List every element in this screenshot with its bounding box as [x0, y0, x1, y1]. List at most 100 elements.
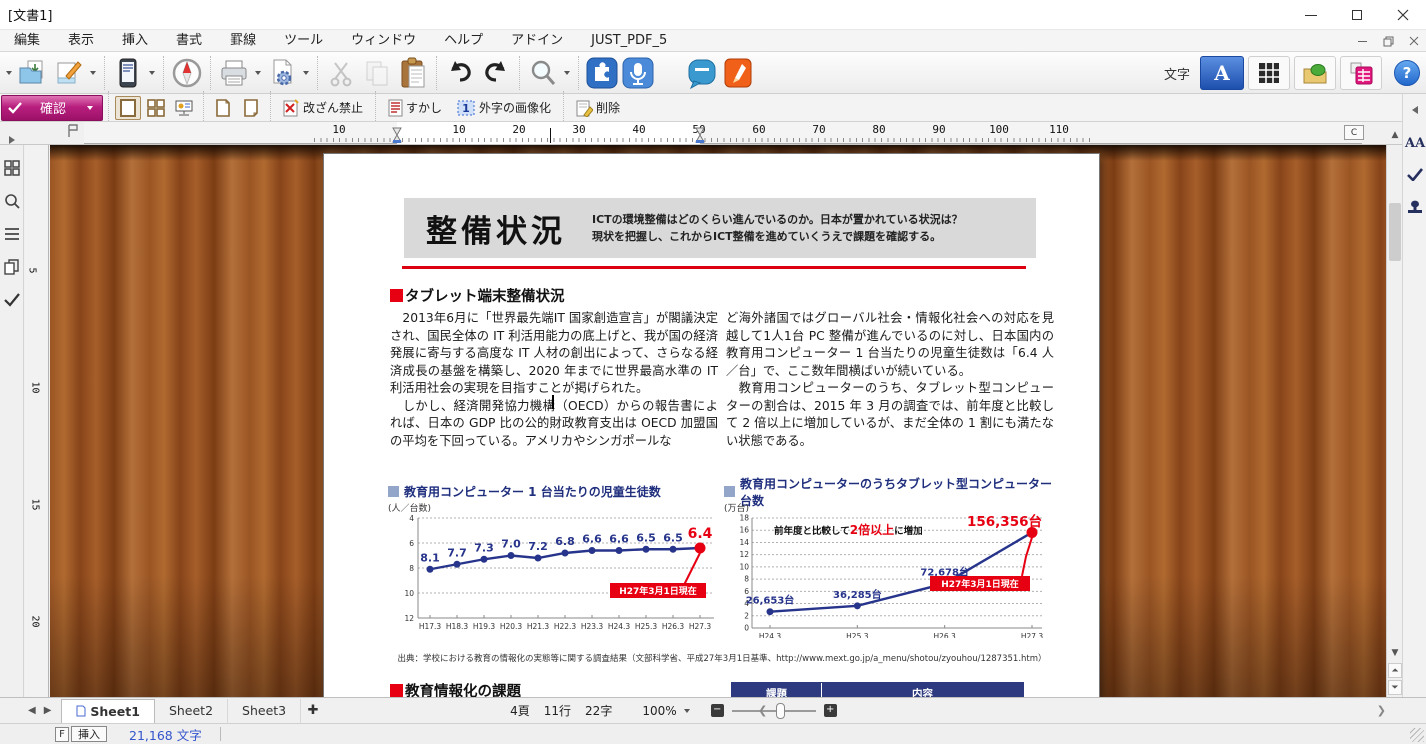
text-tool-button[interactable]: A	[1200, 56, 1244, 90]
navigation-button[interactable]	[169, 54, 205, 92]
print-button[interactable]	[216, 54, 252, 92]
page-up-button[interactable]: ⏶	[1388, 663, 1402, 678]
print-settings-button[interactable]	[264, 54, 300, 92]
page-layout-button[interactable]	[3, 159, 21, 177]
page-style-b-button[interactable]	[238, 96, 264, 120]
menu-border[interactable]: 罫線	[216, 30, 270, 52]
open-folder-icon	[18, 58, 48, 88]
scroll-right-button[interactable]: ❯	[1377, 704, 1386, 717]
viewer-dropdown[interactable]	[149, 71, 155, 75]
insert-mode-toggle[interactable]: 挿入	[71, 726, 107, 742]
maximize-button[interactable]	[1334, 0, 1380, 30]
watermark-button[interactable]: すかし	[381, 96, 449, 120]
page-down-button[interactable]: ⏷	[1388, 680, 1402, 695]
left-margin-marker[interactable]	[392, 127, 402, 144]
paste-button[interactable]	[395, 54, 431, 92]
menu-window[interactable]: ウィンドウ	[337, 30, 430, 52]
tab-next-button[interactable]: ▶	[44, 705, 52, 716]
menu-insert[interactable]: 挿入	[108, 30, 162, 52]
minimize-icon	[1305, 15, 1317, 16]
resize-grip[interactable]	[1410, 728, 1424, 742]
vruler-number: 15	[30, 498, 41, 510]
menu-edit[interactable]: 編集	[0, 30, 54, 52]
save-dropdown[interactable]	[90, 71, 96, 75]
help-button[interactable]: ?	[1394, 60, 1420, 86]
add-sheet-button[interactable]: ✚	[301, 703, 325, 718]
search-dropdown[interactable]	[564, 71, 570, 75]
sheet-tab-2[interactable]: Sheet2	[155, 699, 228, 723]
print-settings-dropdown[interactable]	[303, 71, 309, 75]
zoom-level[interactable]: 100%	[642, 704, 676, 718]
zoom-tool-button[interactable]	[3, 192, 21, 210]
outline-view-button[interactable]	[3, 225, 21, 243]
document-workspace[interactable]: 整備状況 ICTの環境整備はどのくらい進んでいるのか。日本が置かれている状況は？…	[50, 145, 1386, 697]
multi-page-view-button[interactable]	[143, 96, 169, 120]
right-margin-marker[interactable]	[695, 127, 705, 144]
undo-button[interactable]	[442, 54, 478, 92]
sidebar-expand-button[interactable]	[3, 131, 21, 149]
search-button[interactable]	[525, 54, 561, 92]
doc-minimize-button[interactable]	[1354, 33, 1370, 49]
delete-button[interactable]: 削除	[569, 96, 627, 120]
scroll-down-button[interactable]: ▼	[1388, 645, 1402, 661]
svg-text:H26.3: H26.3	[662, 622, 685, 631]
tab-prev-button[interactable]: ◀	[28, 705, 36, 716]
scroll-left-button[interactable]: ❮	[758, 704, 767, 717]
table-tool-button[interactable]	[1248, 56, 1290, 90]
scroll-up-button[interactable]: ▲	[1388, 127, 1402, 143]
vertical-scrollbar[interactable]: ▲ ▼ ⏶ ⏷	[1386, 145, 1402, 697]
viewer-button[interactable]	[110, 54, 146, 92]
check-panel-button[interactable]	[1405, 168, 1425, 185]
confirm-button[interactable]: 確認	[1, 95, 103, 121]
comment-button[interactable]	[684, 54, 720, 92]
svg-text:H25.3: H25.3	[635, 622, 658, 631]
close-button[interactable]	[1380, 0, 1426, 30]
separator	[210, 56, 211, 90]
menu-addin[interactable]: アドイン	[497, 30, 577, 52]
doc-restore-button[interactable]	[1380, 33, 1396, 49]
zoom-dropdown-icon[interactable]	[684, 709, 690, 713]
presentation-view-button[interactable]	[171, 96, 197, 120]
menu-tools[interactable]: ツール	[270, 30, 337, 52]
doc-close-button[interactable]	[1406, 33, 1422, 49]
addon-button[interactable]	[584, 54, 620, 92]
vertical-ruler[interactable]: 5101520	[25, 145, 49, 697]
panel-collapse-button[interactable]	[1405, 104, 1425, 119]
menu-view[interactable]: 表示	[54, 30, 108, 52]
svg-text:8: 8	[744, 575, 749, 584]
table-header-issue: 課題	[732, 683, 822, 697]
highlighter-button[interactable]	[720, 54, 756, 92]
layout-tool-button[interactable]	[1340, 56, 1382, 90]
menu-format[interactable]: 書式	[162, 30, 216, 52]
ruler-flag-icon[interactable]	[66, 124, 80, 138]
tamper-protect-button[interactable]: 改ざん禁止	[276, 96, 370, 120]
voice-button[interactable]	[620, 54, 656, 92]
document-page[interactable]: 整備状況 ICTの環境整備はどのくらい進んでいるのか。日本が置かれている状況は？…	[323, 153, 1100, 697]
horizontal-ruler[interactable]: 10 102030405060708090100110	[84, 122, 1362, 144]
menu-help[interactable]: ヘルプ	[430, 30, 497, 52]
font-panel-button[interactable]: AA	[1405, 136, 1425, 151]
ruler-unit-button[interactable]: C	[1344, 125, 1364, 140]
sheet-tab-3[interactable]: Sheet3	[228, 699, 301, 723]
sheet-tab-1[interactable]: Sheet1	[61, 699, 155, 723]
toolbar-overflow-dropdown[interactable]	[6, 71, 12, 75]
redo-button[interactable]	[478, 54, 514, 92]
print-dropdown[interactable]	[255, 71, 261, 75]
svg-text:7.3: 7.3	[474, 541, 494, 554]
menu-just-pdf5[interactable]: JUST_PDF_5	[577, 30, 681, 52]
gaiji-image-button[interactable]: 1 外字の画像化	[449, 96, 558, 120]
proofread-button[interactable]	[3, 291, 21, 309]
horizontal-scrollbar[interactable]: ❮ ❯	[752, 700, 1392, 720]
scrollbar-thumb[interactable]	[1389, 203, 1401, 261]
minimize-button[interactable]	[1288, 0, 1334, 30]
zoom-out-button[interactable]: −	[711, 704, 724, 717]
page-copy-button[interactable]	[3, 258, 21, 276]
chart1-ylabel: (人／台数)	[388, 501, 724, 512]
object-tool-button[interactable]	[1294, 56, 1336, 90]
stamp-panel-button[interactable]	[1405, 200, 1425, 219]
save-edit-button[interactable]	[51, 54, 87, 92]
source-citation: 出典：学校における教育の情報化の実態等に関する調査結果（文部科学省、平成27年3…	[390, 652, 1054, 664]
open-file-button[interactable]	[15, 54, 51, 92]
single-page-view-button[interactable]	[115, 96, 141, 120]
page-style-a-button[interactable]	[210, 96, 236, 120]
